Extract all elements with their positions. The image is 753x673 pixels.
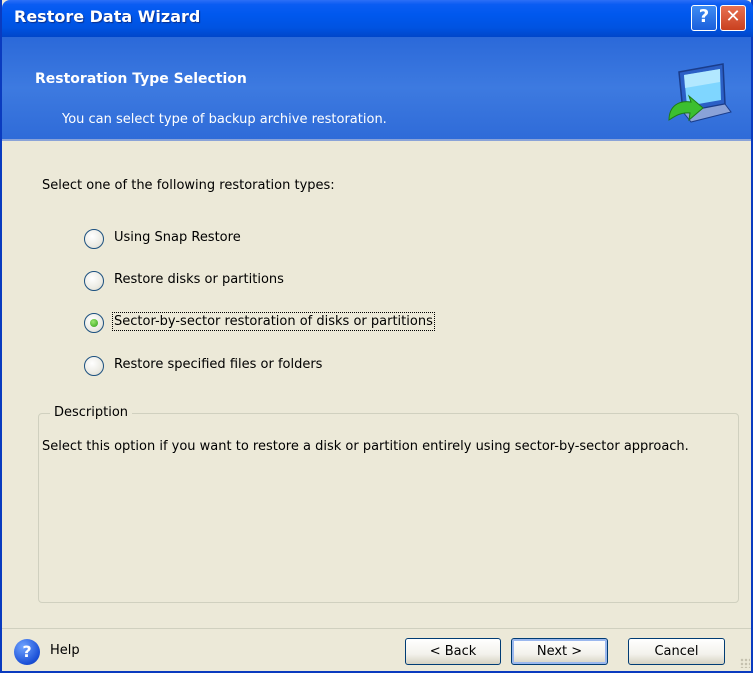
- header-separator: [2, 139, 751, 141]
- footer-separator: [2, 628, 751, 629]
- window-title: Restore Data Wizard: [14, 7, 201, 26]
- help-icon[interactable]: ?: [14, 639, 40, 665]
- close-icon: ✕: [725, 6, 741, 27]
- wizard-window: Restore Data Wizard ? ✕ Restoration Type…: [0, 0, 753, 673]
- option-label[interactable]: Sector-by-sector restoration of disks or…: [112, 312, 435, 331]
- selection-prompt: Select one of the following restoration …: [42, 178, 335, 193]
- title-bar[interactable]: Restore Data Wizard ? ✕: [2, 0, 753, 37]
- close-button[interactable]: ✕: [720, 5, 746, 31]
- help-link[interactable]: Help: [50, 643, 80, 658]
- cancel-button[interactable]: Cancel: [628, 638, 725, 665]
- option-label[interactable]: Restore specified files or folders: [114, 357, 322, 372]
- radio-restore-disks[interactable]: [84, 271, 104, 291]
- computer-restore-icon: [668, 63, 732, 123]
- help-question-icon: ?: [698, 6, 710, 27]
- option-label[interactable]: Using Snap Restore: [114, 230, 241, 245]
- help-button[interactable]: ?: [691, 5, 717, 31]
- description-legend: Description: [50, 405, 133, 420]
- header-title: Restoration Type Selection: [35, 71, 247, 87]
- radio-restore-files[interactable]: [84, 356, 104, 376]
- back-button[interactable]: < Back: [405, 638, 501, 665]
- wizard-header: Restoration Type Selection You can selec…: [2, 37, 751, 139]
- description-text: Select this option if you want to restor…: [42, 439, 689, 454]
- radio-sector-by-sector[interactable]: [84, 313, 104, 333]
- radio-snap-restore[interactable]: [84, 229, 104, 249]
- option-label[interactable]: Restore disks or partitions: [114, 272, 284, 287]
- resize-grip-icon[interactable]: [740, 658, 750, 668]
- next-button[interactable]: Next >: [511, 638, 608, 665]
- header-subtitle: You can select type of backup archive re…: [62, 112, 387, 127]
